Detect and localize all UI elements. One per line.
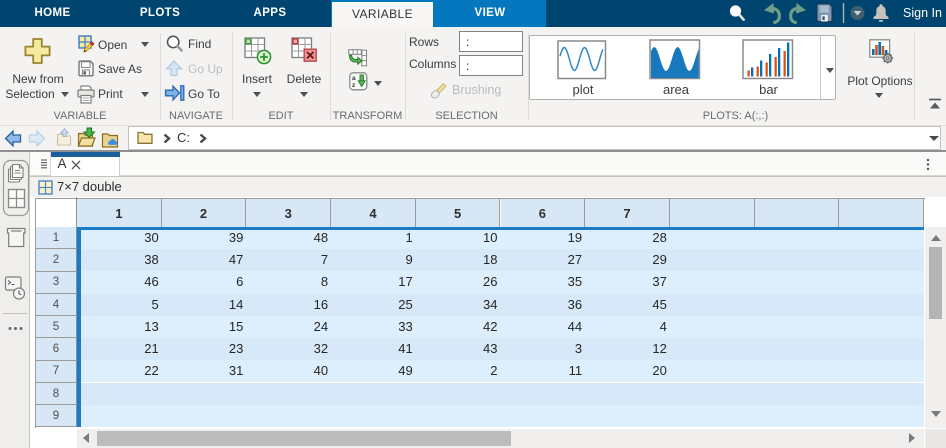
svg-text:a: a xyxy=(352,75,356,82)
